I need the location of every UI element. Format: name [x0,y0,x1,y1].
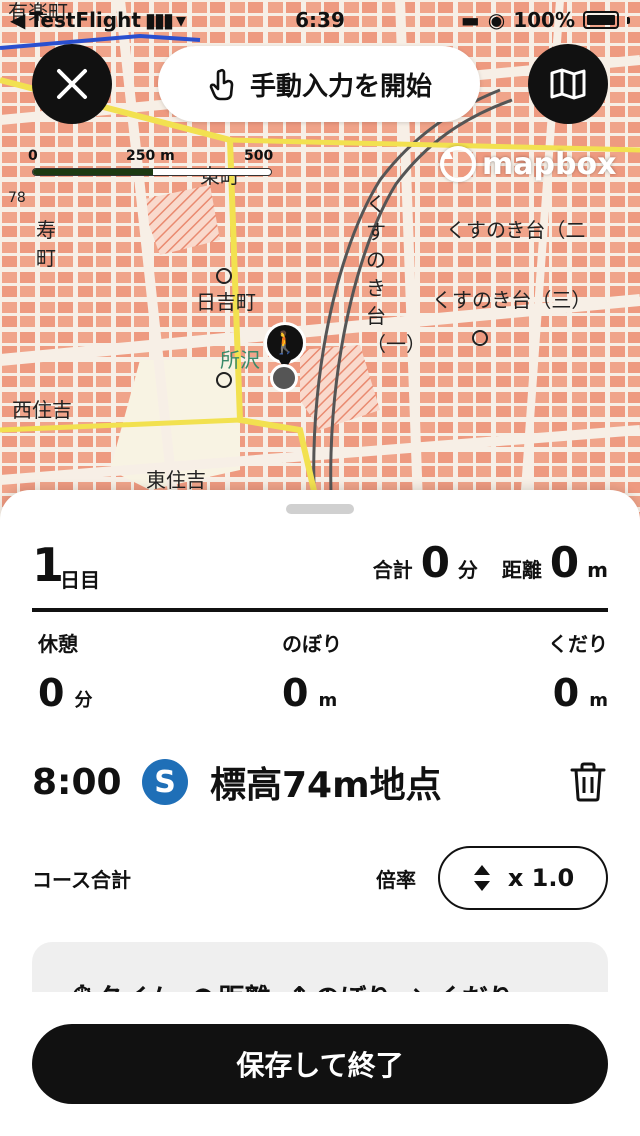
descent-stat: くだり 0m [548,628,608,715]
map-label-machi: 町 [36,246,56,270]
map-scale-bar: 0 250 m 500 m [28,148,273,180]
battery-icon [583,11,619,29]
rest-label: 休憩 [38,632,78,656]
map-icon [550,68,586,100]
trash-icon [570,762,606,802]
start-manual-input-button[interactable]: 手動入力を開始 [158,46,480,122]
point-name: 標高74m地点 [210,765,442,806]
course-total-row: コース合計 倍率 x 1.0 [32,844,608,910]
up-down-icon [473,865,490,891]
total-label: 合計 [372,558,413,582]
map-label-hiyoshicho: 日吉町 [196,290,256,314]
total-value: 0 [420,538,450,587]
manual-input-label: 手動入力を開始 [249,71,432,102]
map-label-kotobuki: 寿 [36,218,56,242]
day-unit: 日目 [60,568,100,592]
rest-unit: 分 [74,690,93,711]
point-time[interactable]: 8:00 [32,762,142,803]
descent-value: 0 [552,671,580,715]
map-label-kusunokidai1: くすのき台（一） [366,192,426,356]
current-location-pin[interactable]: 🚶 [264,322,306,364]
start-point-row[interactable]: 8:00 S 標高74m地点 [32,752,608,812]
day-summary: 1 日目 合計 0 分 距離 0 m [32,538,608,598]
close-icon [57,69,87,99]
delete-point-button[interactable] [568,760,608,804]
save-and-finish-button[interactable]: 保存して終了 [32,1024,608,1104]
battery-percent: 100% [513,8,575,32]
mapbox-icon [440,146,476,182]
rest-stat: 休憩 0分 [38,628,92,715]
descent-unit: m [589,690,608,711]
descent-label: くだり [548,632,608,656]
map-label-kusunokidai3: くすのき台（三） [432,288,592,312]
close-button[interactable] [32,44,112,124]
map-layers-button[interactable] [528,44,608,124]
ascent-value: 0 [282,671,309,715]
distance-value: 0 [549,538,580,587]
mapbox-logo: mapbox [440,146,616,182]
map-label-num: 78 [8,190,26,206]
distance-label: 距離 [501,558,542,582]
map-label-nishisumiyoshi: 西住吉 [12,398,72,422]
scale-label-0: 0 [28,148,38,164]
stats-row: 休憩 0分 のぼり 0m くだり 0m [32,628,608,718]
bed-icon: ▬ [460,8,480,32]
lock-rotation-icon: ◉ [487,8,506,32]
sheet-drag-handle[interactable] [286,504,354,514]
scale-label-250: 250 m [126,148,175,164]
rate-value: x 1.0 [507,864,575,892]
ascent-label: のぼり [282,632,342,656]
map-label-higashisumiyoshi: 東住吉 [146,468,206,492]
map-label-tokorozawa: 所沢 [220,348,260,372]
location-dot [270,364,298,392]
map-label-kusunokidai2: くすのき台（二 [446,218,586,242]
hand-pointer-icon [209,68,234,101]
status-bar: ◀ TestFlight ▮▮▮ ▾ 6:39 ▬ ◉ 100% [0,0,640,40]
walker-icon: 🚶 [271,330,299,356]
ascent-unit: m [318,690,338,711]
rate-label: 倍率 [376,868,416,892]
summary-divider [32,608,608,612]
footer: 保存して終了 [0,992,640,1136]
start-badge: S [142,759,188,805]
mapbox-label: mapbox [482,146,617,182]
ascent-stat: のぼり 0m [282,628,342,715]
rest-value: 0 [38,671,65,715]
course-total-label: コース合計 [32,868,131,892]
rate-stepper[interactable]: x 1.0 [438,846,608,910]
distance-unit: m [587,558,608,582]
total-unit: 分 [457,558,478,582]
